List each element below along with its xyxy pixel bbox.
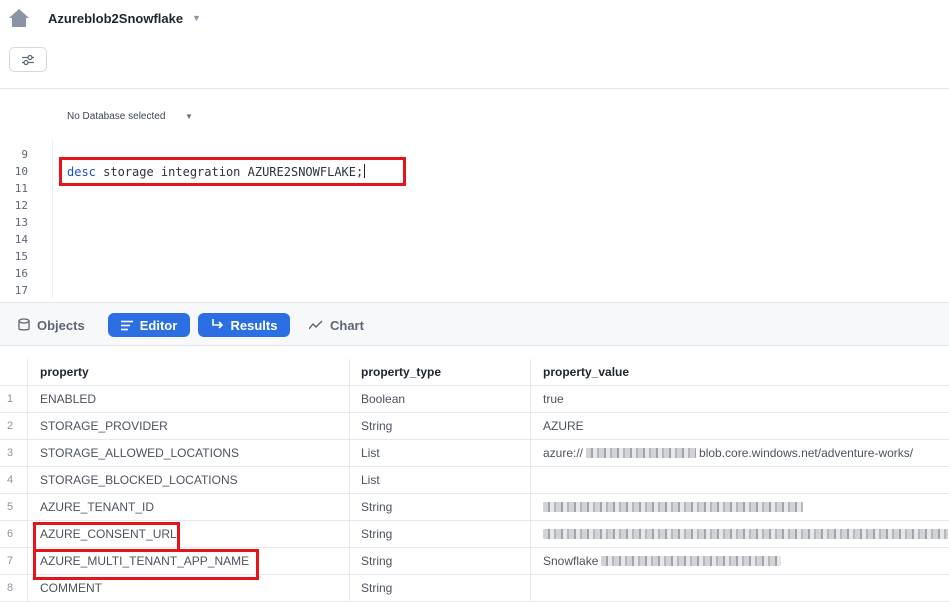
line-number: 10 [14, 165, 28, 178]
column-header[interactable]: property [28, 359, 350, 385]
line-number: 9 [21, 148, 28, 161]
property-type-cell[interactable]: String [350, 494, 531, 520]
line-number: 17 [14, 284, 28, 297]
property-value-cell[interactable]: Snowflake [531, 548, 949, 574]
table-row[interactable]: 4 STORAGE_BLOCKED_LOCATIONS List [0, 467, 949, 494]
property-type-cell[interactable]: List [350, 440, 531, 466]
redacted-text [601, 556, 782, 566]
property-value-cell[interactable]: true [531, 386, 949, 412]
line-number: 12 [14, 199, 28, 212]
property-cell[interactable]: STORAGE_BLOCKED_LOCATIONS [28, 467, 350, 493]
return-arrow-icon [211, 319, 223, 329]
row-number: 8 [0, 575, 28, 601]
database-selector[interactable]: No Database selected [67, 111, 165, 122]
objects-label: Objects [37, 317, 85, 333]
redacted-text [586, 448, 697, 458]
property-type-cell[interactable]: List [350, 467, 531, 493]
property-cell[interactable]: STORAGE_PROVIDER [28, 413, 350, 439]
chart-tab[interactable]: Chart [309, 313, 364, 337]
redacted-text [543, 529, 948, 539]
column-header[interactable]: property_type [350, 359, 531, 385]
table-header-row: property property_type property_value [0, 359, 949, 386]
line-number: 15 [14, 250, 28, 263]
results-label: Results [230, 317, 278, 333]
home-icon[interactable] [8, 8, 30, 28]
highlight-box-query [59, 157, 406, 186]
line-number: 11 [14, 182, 28, 195]
property-value-cell[interactable] [531, 521, 949, 547]
property-value-cell[interactable]: AZURE [531, 413, 949, 439]
property-cell[interactable]: STORAGE_ALLOWED_LOCATIONS [28, 440, 350, 466]
redacted-text [543, 502, 803, 512]
value-text: Snowflake [543, 554, 599, 568]
line-number: 13 [14, 216, 28, 229]
editor-toggle[interactable]: Editor [108, 313, 190, 337]
filter-settings-button[interactable] [9, 47, 47, 72]
table-row[interactable]: 5 AZURE_TENANT_ID String [0, 494, 949, 521]
table-row[interactable]: 1 ENABLED Boolean true [0, 386, 949, 413]
editor-label: Editor [139, 317, 178, 333]
database-icon [18, 318, 30, 331]
property-type-cell[interactable]: String [350, 413, 531, 439]
line-chart-icon [309, 320, 323, 330]
row-number: 5 [0, 494, 28, 520]
property-value-cell[interactable] [531, 575, 949, 601]
gutter-divider [52, 140, 53, 298]
objects-tab[interactable]: Objects [18, 313, 85, 337]
row-number-header [0, 359, 28, 385]
row-number: 4 [0, 467, 28, 493]
sliders-icon [22, 54, 34, 65]
row-number: 7 [0, 548, 28, 574]
column-header[interactable]: property_value [531, 359, 949, 385]
chart-label: Chart [330, 317, 364, 333]
editor-lines-icon [120, 320, 133, 330]
table-row[interactable]: 3 STORAGE_ALLOWED_LOCATIONS List azure:// bl… [0, 440, 949, 467]
divider [0, 88, 949, 89]
highlight-box-app-name [33, 549, 259, 580]
property-value-cell[interactable] [531, 494, 949, 520]
table-row[interactable]: 2 STORAGE_PROVIDER String AZURE [0, 413, 949, 440]
property-cell[interactable]: ENABLED [28, 386, 350, 412]
chevron-down-icon[interactable]: ▼ [185, 112, 193, 121]
property-value-cell[interactable]: azure:// blob.core.windows.net/adventure-… [531, 440, 949, 466]
results-toggle[interactable]: Results [198, 313, 290, 337]
property-type-cell[interactable]: Boolean [350, 386, 531, 412]
row-number: 2 [0, 413, 28, 439]
property-type-cell[interactable]: String [350, 521, 531, 547]
row-number: 6 [0, 521, 28, 547]
worksheet-title[interactable]: Azureblob2Snowflake [48, 11, 183, 26]
property-type-cell[interactable]: String [350, 575, 531, 601]
line-number: 14 [14, 233, 28, 246]
value-text: azure:// [543, 446, 584, 460]
property-type-cell[interactable]: String [350, 548, 531, 574]
value-text: blob.core.windows.net/adventure-works/ [699, 446, 914, 460]
row-number: 3 [0, 440, 28, 466]
property-value-cell[interactable] [531, 467, 949, 493]
row-number: 1 [0, 386, 28, 412]
chevron-down-icon[interactable]: ▼ [192, 13, 201, 23]
line-number: 16 [14, 267, 28, 280]
highlight-box-consent-url [33, 522, 180, 552]
property-cell[interactable]: AZURE_TENANT_ID [28, 494, 350, 520]
